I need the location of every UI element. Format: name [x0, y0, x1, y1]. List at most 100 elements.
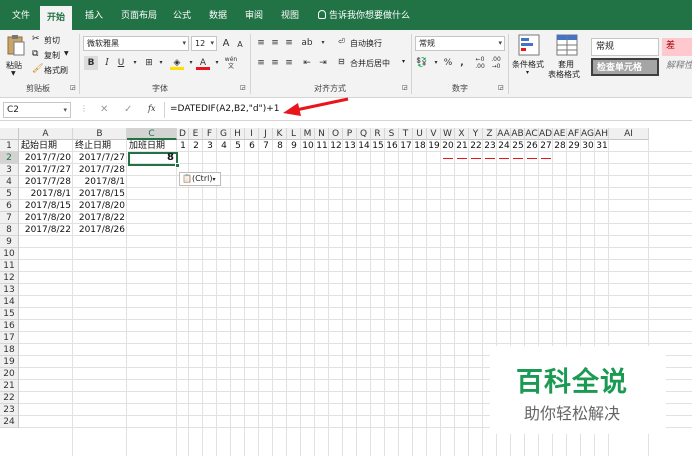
- day-number-cell[interactable]: 9: [287, 140, 301, 152]
- chevron-down-icon[interactable]: ▾: [154, 56, 168, 70]
- column-header-z[interactable]: Z: [483, 128, 497, 140]
- day-number-cell[interactable]: 27: [539, 140, 553, 152]
- style-bad[interactable]: 差: [662, 38, 692, 56]
- column-header-u[interactable]: U: [413, 128, 427, 140]
- bold-button[interactable]: B: [84, 56, 98, 70]
- column-header-f[interactable]: F: [203, 128, 217, 140]
- cell-start-date[interactable]: 2017/7/20: [19, 152, 73, 164]
- column-header-k[interactable]: K: [273, 128, 287, 140]
- column-header-i[interactable]: I: [245, 128, 259, 140]
- row-header-5[interactable]: 5: [0, 188, 19, 200]
- cell-c1[interactable]: 加班日期: [127, 140, 177, 152]
- row-header-19[interactable]: 19: [0, 356, 19, 368]
- day-number-cell[interactable]: 1: [177, 140, 189, 152]
- merge-center-button[interactable]: ⊟ 合并后居中 ▾: [338, 56, 408, 70]
- align-bottom-icon[interactable]: ≡: [282, 36, 296, 50]
- tab-home[interactable]: 开始: [40, 6, 72, 30]
- day-number-cell[interactable]: 25: [511, 140, 525, 152]
- column-header-q[interactable]: Q: [357, 128, 371, 140]
- row-header-6[interactable]: 6: [0, 200, 19, 212]
- increase-decimal-icon[interactable]: ←0.00: [473, 56, 487, 70]
- day-number-cell[interactable]: 20: [441, 140, 455, 152]
- column-header-c[interactable]: C: [127, 128, 177, 140]
- cell-end-date[interactable]: 2017/8/1: [73, 176, 127, 188]
- tab-file[interactable]: 文件: [6, 0, 36, 30]
- font-name-combo[interactable]: 微软雅黑 ▾: [83, 36, 189, 51]
- row-header-9[interactable]: 9: [0, 236, 19, 248]
- insert-function-icon[interactable]: fx: [148, 104, 155, 113]
- row-header-21[interactable]: 21: [0, 380, 19, 392]
- day-number-cell[interactable]: 19: [427, 140, 441, 152]
- italic-button[interactable]: I: [100, 56, 114, 70]
- format-as-table-button[interactable]: 套用 表格格式: [548, 34, 586, 80]
- chevron-down-icon[interactable]: ▾: [316, 36, 330, 50]
- column-header-o[interactable]: O: [329, 128, 343, 140]
- comma-button[interactable]: ,: [455, 56, 469, 70]
- launcher-icon[interactable]: ◲: [402, 84, 408, 91]
- day-number-cell[interactable]: 18: [413, 140, 427, 152]
- row-header-14[interactable]: 14: [0, 296, 19, 308]
- paste-button[interactable]: 粘贴 ▼: [4, 34, 28, 78]
- select-all-corner[interactable]: [0, 128, 19, 140]
- day-number-cell[interactable]: 4: [217, 140, 231, 152]
- row-header-3[interactable]: 3: [0, 164, 19, 176]
- column-header-a[interactable]: A: [19, 128, 73, 140]
- row-header-11[interactable]: 11: [0, 260, 19, 272]
- copy-button[interactable]: ⧉ 复制 ▼: [32, 49, 72, 61]
- column-header-r[interactable]: R: [371, 128, 385, 140]
- column-header-aa[interactable]: AA: [497, 128, 511, 140]
- day-number-cell[interactable]: 11: [315, 140, 329, 152]
- align-right-icon[interactable]: ≡: [282, 56, 296, 70]
- day-number-cell[interactable]: 6: [245, 140, 259, 152]
- launcher-icon[interactable]: ◲: [70, 84, 76, 91]
- day-number-cell[interactable]: 31: [595, 140, 609, 152]
- style-normal[interactable]: 常规: [591, 38, 659, 56]
- row-header-20[interactable]: 20: [0, 368, 19, 380]
- column-header-ab[interactable]: AB: [511, 128, 525, 140]
- day-number-cell[interactable]: 23: [483, 140, 497, 152]
- decrease-decimal-icon[interactable]: .00 →0: [489, 56, 503, 70]
- day-number-cell[interactable]: 7: [259, 140, 273, 152]
- conditional-formatting-button[interactable]: 条件格式 ▾: [512, 34, 546, 80]
- cut-button[interactable]: ✂ 剪切: [32, 34, 72, 46]
- column-header-w[interactable]: W: [441, 128, 455, 140]
- orientation-icon[interactable]: ab: [300, 36, 314, 50]
- tab-view[interactable]: 视图: [276, 0, 304, 30]
- tab-review[interactable]: 审阅: [240, 0, 268, 30]
- column-header-ad[interactable]: AD: [539, 128, 553, 140]
- align-center-icon[interactable]: ≡: [268, 56, 282, 70]
- column-header-v[interactable]: V: [427, 128, 441, 140]
- launcher-icon[interactable]: ◲: [498, 84, 504, 91]
- day-number-cell[interactable]: 28: [553, 140, 567, 152]
- row-header-24[interactable]: 24: [0, 416, 19, 428]
- increase-font-icon[interactable]: A: [219, 37, 233, 51]
- column-header-h[interactable]: H: [231, 128, 245, 140]
- cell-end-date[interactable]: 2017/7/27: [73, 152, 127, 164]
- enter-icon[interactable]: ✓: [124, 104, 132, 115]
- fill-color-icon[interactable]: ◈: [170, 56, 184, 70]
- column-header-x[interactable]: X: [455, 128, 469, 140]
- day-number-cell[interactable]: 10: [301, 140, 315, 152]
- cell-end-date[interactable]: 2017/8/20: [73, 200, 127, 212]
- tab-insert[interactable]: 插入: [80, 0, 108, 30]
- tab-page-layout[interactable]: 页面布局: [116, 0, 162, 30]
- column-header-y[interactable]: Y: [469, 128, 483, 140]
- align-middle-icon[interactable]: ≡: [268, 36, 282, 50]
- row-header-23[interactable]: 23: [0, 404, 19, 416]
- column-header-ae[interactable]: AE: [553, 128, 567, 140]
- cell-end-date[interactable]: 2017/7/28: [73, 164, 127, 176]
- day-number-cell[interactable]: 15: [371, 140, 385, 152]
- cell-start-date[interactable]: 2017/8/22: [19, 224, 73, 236]
- worksheet-grid[interactable]: A B C D E F G H I J K L M N O P Q R S T U V W X Y Z AA AB AC AD AE AF AG…: [0, 128, 692, 456]
- increase-indent-icon[interactable]: ⇥: [316, 56, 330, 70]
- underline-button[interactable]: U: [114, 56, 128, 70]
- align-top-icon[interactable]: ≡: [254, 36, 268, 50]
- row-header-18[interactable]: 18: [0, 344, 19, 356]
- column-header-j[interactable]: J: [259, 128, 273, 140]
- day-number-cell[interactable]: 17: [399, 140, 413, 152]
- phonetic-guide-icon[interactable]: wén 文: [224, 56, 238, 70]
- day-number-cell[interactable]: 14: [357, 140, 371, 152]
- percent-button[interactable]: %: [441, 56, 455, 70]
- day-number-cell[interactable]: 22: [469, 140, 483, 152]
- format-painter-button[interactable]: 🖌 格式刷: [32, 64, 76, 76]
